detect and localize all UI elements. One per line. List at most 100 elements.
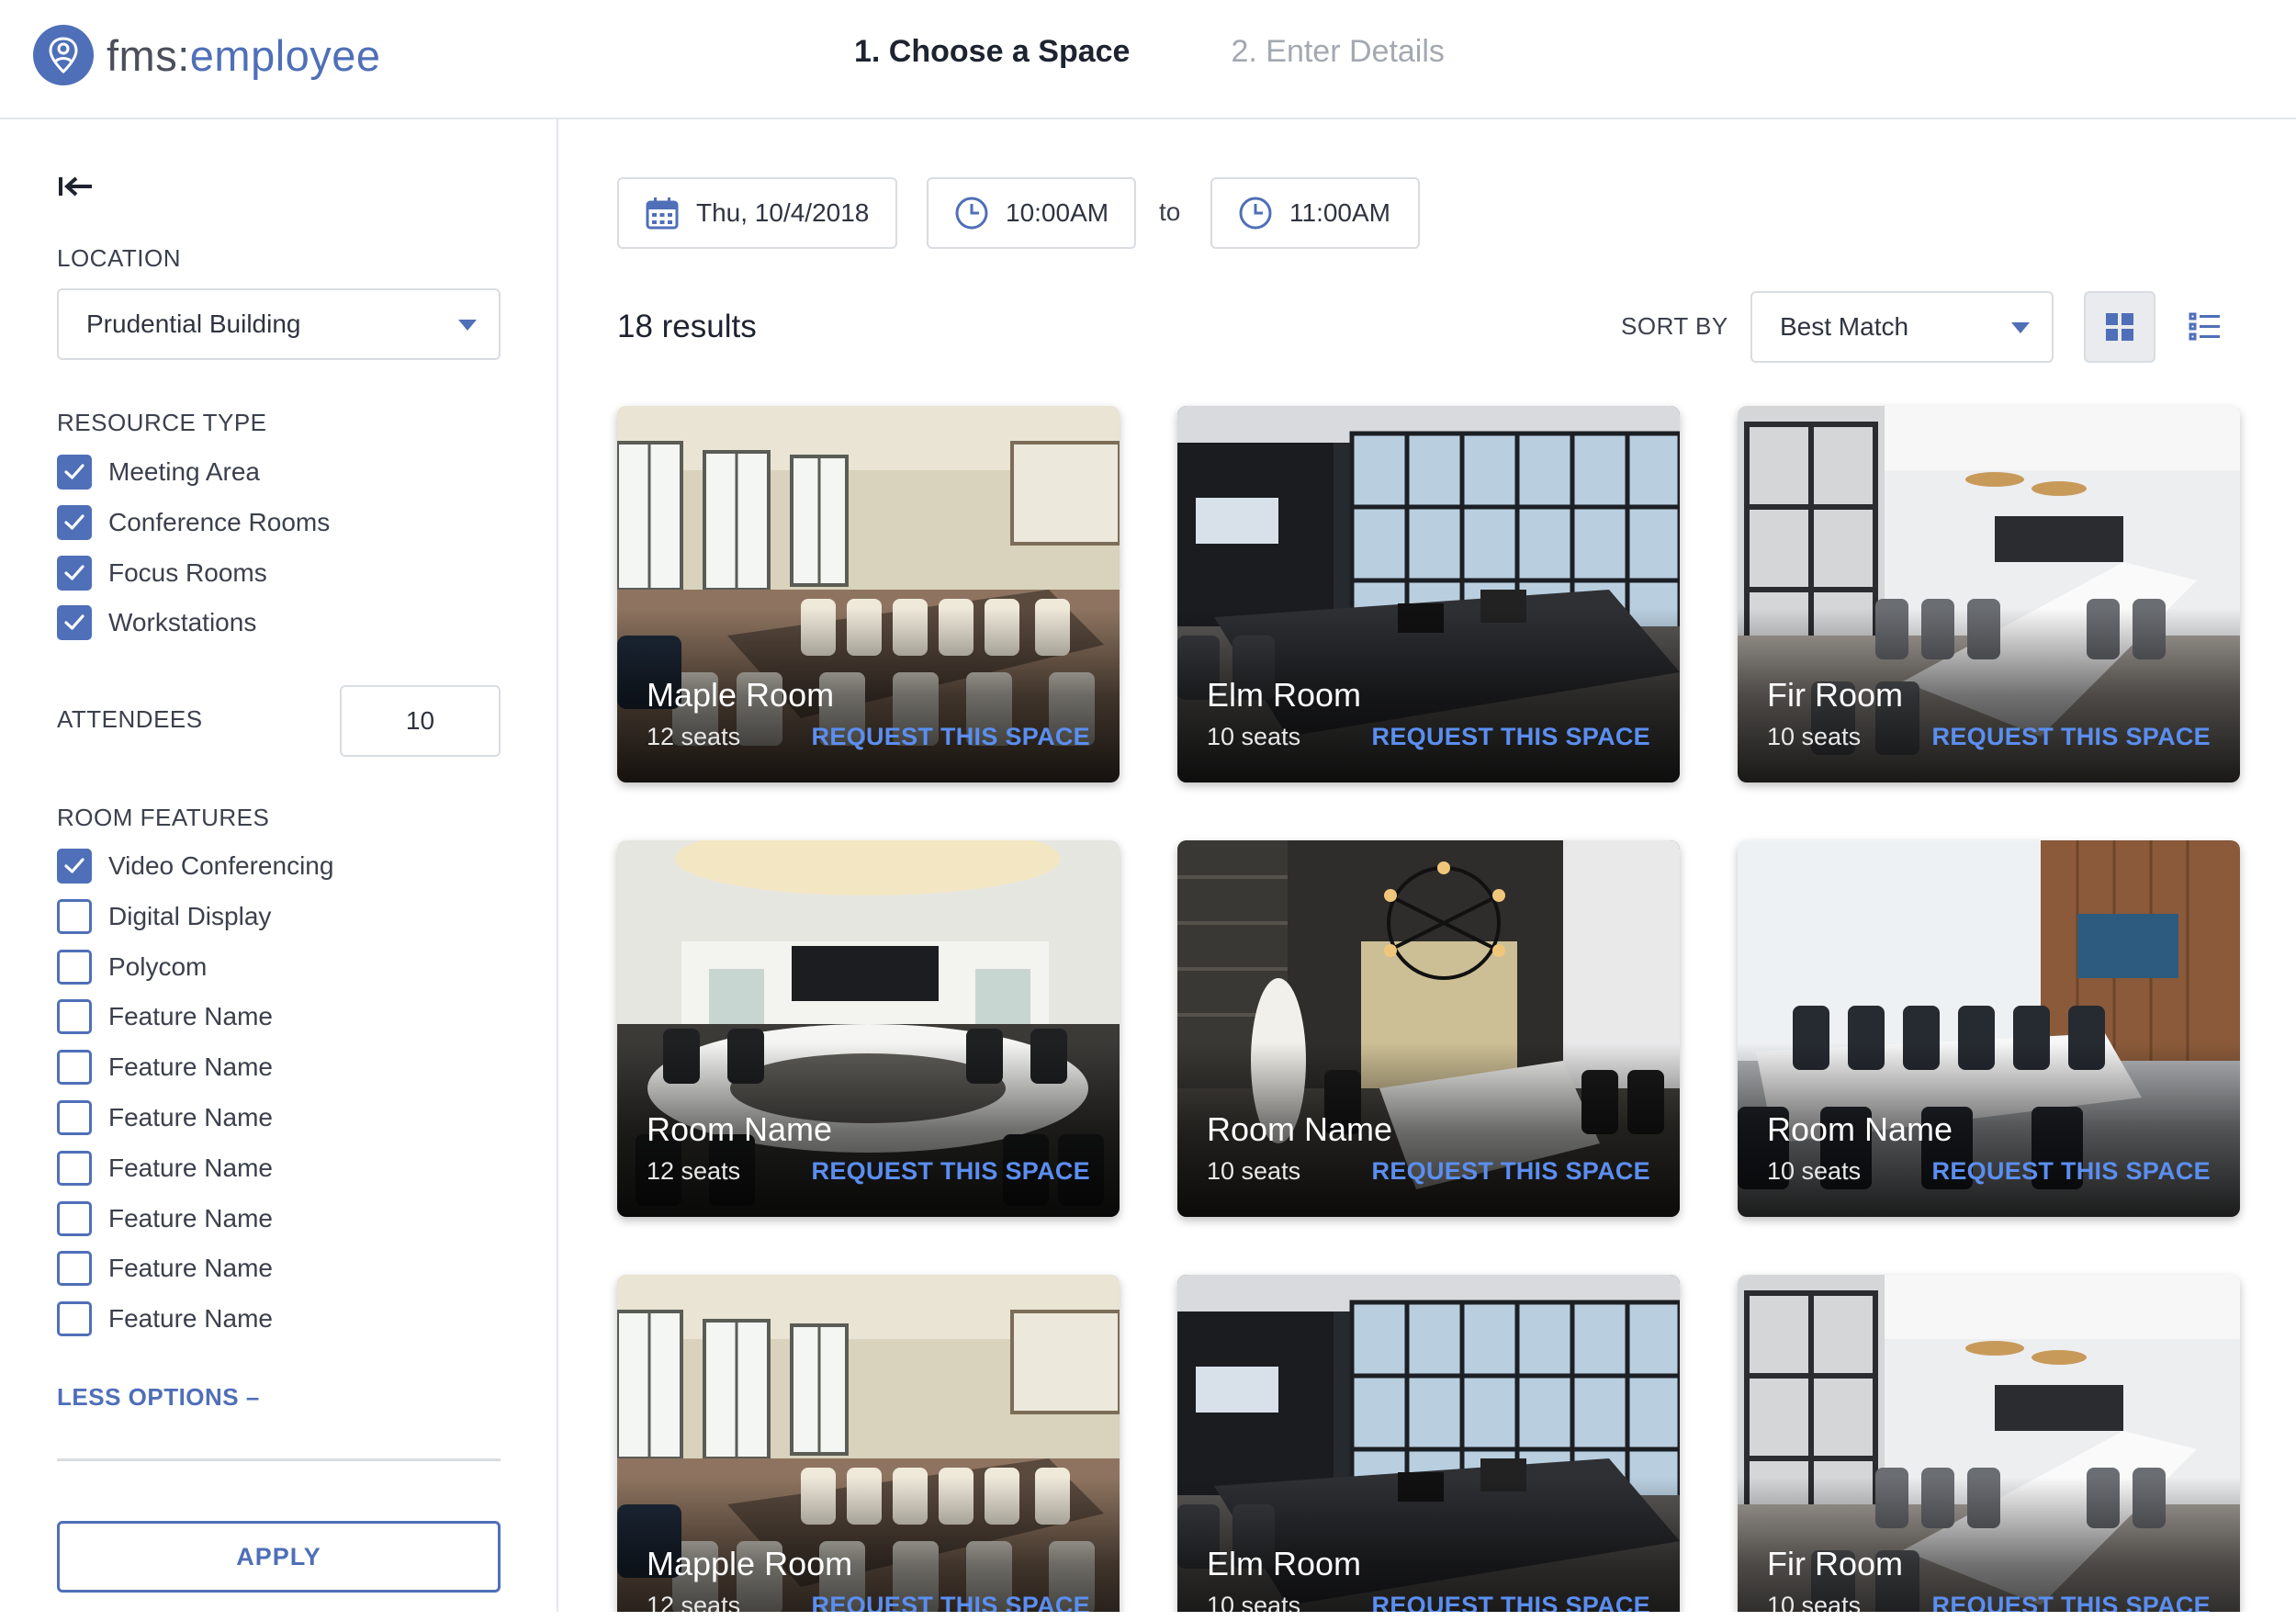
checkbox-unchecked-icon[interactable] <box>57 1200 92 1236</box>
apply-button[interactable]: APPLY <box>57 1521 501 1593</box>
clock-icon <box>955 197 988 230</box>
room-feature-option-label: Feature Name <box>108 1002 273 1031</box>
collapse-sidebar-icon[interactable] <box>57 173 94 200</box>
user-pin-icon <box>33 25 94 85</box>
checkbox-unchecked-icon[interactable] <box>57 1100 92 1135</box>
sort-value: Best Match <box>1780 312 1909 341</box>
filter-sidebar: LOCATION Prudential Building RESOURCE TY… <box>0 119 558 1621</box>
request-space-link[interactable]: REQUEST THIS SPACE <box>812 723 1090 751</box>
space-card[interactable]: Fir Room 10 seats REQUEST THIS SPACE <box>1738 1275 2240 1621</box>
checkbox-unchecked-icon[interactable] <box>57 898 92 934</box>
room-feature-option-label: Feature Name <box>108 1304 273 1334</box>
room-seats: 10 seats <box>1767 1157 1862 1185</box>
space-card[interactable]: Elm Room 10 seats REQUEST THIS SPACE <box>1177 406 1680 782</box>
resource-type-label: RESOURCE TYPE <box>57 409 267 436</box>
resource-type-option-label: Workstations <box>108 608 257 637</box>
request-space-link[interactable]: REQUEST THIS SPACE <box>1372 1157 1650 1186</box>
resource-type-option[interactable]: Meeting Area <box>57 454 260 490</box>
checkbox-checked-icon[interactable] <box>57 849 92 884</box>
logo-wordmark: fms:employee <box>107 30 381 80</box>
checkbox-unchecked-icon[interactable] <box>57 949 92 985</box>
room-feature-option[interactable]: Feature Name <box>57 1099 273 1136</box>
grid-view-button[interactable] <box>2084 291 2155 363</box>
app-logo[interactable]: fms:employee <box>33 20 381 90</box>
end-time-picker[interactable]: 11:00AM <box>1210 177 1420 249</box>
room-seats: 12 seats <box>647 723 741 750</box>
room-feature-option-label: Video Conferencing <box>108 851 334 880</box>
space-card[interactable]: Maple Room 12 seats REQUEST THIS SPACE <box>617 406 1120 782</box>
room-name: Mapple Room <box>647 1545 853 1582</box>
room-feature-option[interactable]: Digital Display <box>57 898 271 935</box>
space-card[interactable]: Room Name 10 seats REQUEST THIS SPACE <box>1177 840 1680 1217</box>
checkbox-unchecked-icon[interactable] <box>57 1301 92 1337</box>
room-feature-option-label: Feature Name <box>108 1053 273 1082</box>
room-feature-option[interactable]: Feature Name <box>57 1150 273 1187</box>
room-feature-option-label: Polycom <box>108 951 208 981</box>
space-card[interactable]: Room Name 10 seats REQUEST THIS SPACE <box>1738 840 2240 1217</box>
request-space-link[interactable]: REQUEST THIS SPACE <box>1932 1157 2211 1186</box>
less-options-link[interactable]: LESS OPTIONS – <box>57 1383 260 1412</box>
request-space-link[interactable]: REQUEST THIS SPACE <box>812 1157 1090 1186</box>
room-name: Room Name <box>1767 1110 1953 1148</box>
clock-icon <box>1239 197 1272 230</box>
grid-icon <box>2106 313 2133 341</box>
room-feature-option[interactable]: Feature Name <box>57 1250 273 1287</box>
room-feature-option[interactable]: Video Conferencing <box>57 848 333 884</box>
resource-type-option-label: Meeting Area <box>108 457 260 486</box>
room-name: Elm Room <box>1207 676 1362 714</box>
space-card[interactable]: Room Name 12 seats REQUEST THIS SPACE <box>617 840 1120 1217</box>
checkbox-unchecked-icon[interactable] <box>57 1251 92 1287</box>
space-card[interactable]: Fir Room 10 seats REQUEST THIS SPACE <box>1738 406 2240 782</box>
results-count: 18 results <box>617 309 757 344</box>
room-name: Elm Room <box>1207 1545 1362 1582</box>
room-feature-option-label: Feature Name <box>108 1254 273 1283</box>
chevron-down-icon <box>458 320 477 331</box>
request-space-link[interactable]: REQUEST THIS SPACE <box>1932 723 2211 751</box>
room-name: Maple Room <box>647 676 835 714</box>
room-feature-option[interactable]: Feature Name <box>57 1300 273 1337</box>
room-feature-option[interactable]: Polycom <box>57 949 207 985</box>
list-icon <box>2189 312 2220 341</box>
checkbox-checked-icon[interactable] <box>57 504 92 540</box>
list-view-button[interactable] <box>2169 291 2241 363</box>
space-card[interactable]: Mapple Room 12 seats REQUEST THIS SPACE <box>617 1275 1120 1621</box>
sort-select[interactable]: Best Match <box>1750 291 2054 363</box>
checkbox-checked-icon[interactable] <box>57 555 92 591</box>
step-choose-space[interactable]: 1. Choose a Space <box>854 34 1130 70</box>
room-feature-option[interactable]: Feature Name <box>57 998 273 1035</box>
location-value: Prudential Building <box>86 310 301 338</box>
room-seats: 10 seats <box>1207 723 1301 750</box>
resource-type-option-label: Conference Rooms <box>108 507 331 536</box>
room-feature-option-label: Feature Name <box>108 1203 273 1233</box>
room-feature-option-label: Feature Name <box>108 1153 273 1182</box>
checkbox-unchecked-icon[interactable] <box>57 1050 92 1086</box>
resource-type-option[interactable]: Workstations <box>57 604 256 641</box>
date-picker[interactable]: Thu, 10/4/2018 <box>617 177 897 249</box>
room-feature-option[interactable]: Feature Name <box>57 1049 273 1086</box>
checkbox-unchecked-icon[interactable] <box>57 999 92 1035</box>
sidebar-divider <box>57 1458 501 1461</box>
checkbox-checked-icon[interactable] <box>57 455 92 490</box>
room-features-label: ROOM FEATURES <box>57 804 270 831</box>
checkbox-unchecked-icon[interactable] <box>57 1150 92 1186</box>
resource-type-option[interactable]: Focus Rooms <box>57 555 267 591</box>
room-name: Fir Room <box>1767 1545 1904 1582</box>
location-label: LOCATION <box>57 244 181 272</box>
space-card[interactable]: Elm Room 10 seats REQUEST THIS SPACE <box>1177 1275 1680 1621</box>
start-time-picker[interactable]: 10:00AM <box>927 177 1136 249</box>
room-name: Room Name <box>647 1110 833 1148</box>
attendees-input[interactable]: 10 <box>340 685 501 757</box>
request-space-link[interactable]: REQUEST THIS SPACE <box>1372 723 1650 751</box>
wizard-steps: 1. Choose a Space 2. Enter Details <box>854 26 1445 77</box>
room-feature-option[interactable]: Feature Name <box>57 1200 273 1237</box>
room-feature-option-label: Feature Name <box>108 1103 273 1131</box>
checkbox-checked-icon[interactable] <box>57 605 92 641</box>
calendar-icon <box>646 197 679 230</box>
start-time-value: 10:00AM <box>1006 198 1109 227</box>
attendees-label: ATTENDEES <box>57 705 203 733</box>
resource-type-option-label: Focus Rooms <box>108 557 267 587</box>
location-select[interactable]: Prudential Building <box>57 288 501 360</box>
room-seats: 10 seats <box>1207 1157 1301 1185</box>
step-enter-details[interactable]: 2. Enter Details <box>1231 34 1444 70</box>
resource-type-option[interactable]: Conference Rooms <box>57 504 330 541</box>
